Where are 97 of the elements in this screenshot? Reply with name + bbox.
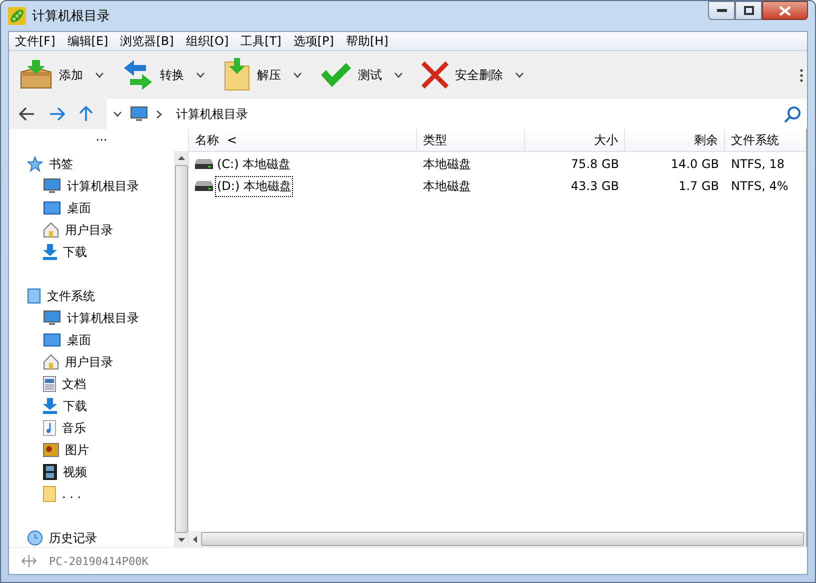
dropdown-caret-icon[interactable]	[394, 72, 403, 78]
chevron-right-icon	[156, 110, 162, 118]
menu-item[interactable]: 浏览器[B]	[114, 32, 180, 50]
download-arrow-icon	[43, 244, 57, 260]
swap-arrows-icon	[122, 59, 154, 91]
monitor-icon	[130, 106, 148, 122]
hard-drive-icon	[195, 159, 213, 169]
table-cell-text: 本地磁盘	[422, 156, 472, 172]
toolbar-button[interactable]: 安全删除	[417, 61, 507, 89]
dropdown-caret-icon[interactable]	[196, 72, 205, 78]
table-cell-text: NTFS, 18	[730, 156, 786, 173]
up-arrow-icon[interactable]	[79, 106, 93, 122]
column-header[interactable]: 大小	[525, 129, 625, 151]
clock-icon	[27, 530, 43, 546]
folder-icon	[43, 486, 56, 502]
table-cell-text: 1.7 GB	[678, 178, 720, 195]
table-cell-text: 本地磁盘	[422, 178, 472, 194]
maximize-button[interactable]	[735, 1, 762, 20]
house-icon	[43, 222, 59, 238]
back-arrow-icon[interactable]	[19, 107, 35, 121]
dropdown-caret-icon[interactable]	[515, 72, 524, 78]
window-title: 计算机根目录	[32, 8, 110, 25]
table-cell-text: 75.8 GB	[570, 156, 620, 173]
menu-item[interactable]: 选项[P]	[287, 32, 340, 50]
sidebar-item[interactable]: 用户目录	[9, 351, 174, 373]
more-options-icon[interactable]	[800, 68, 803, 82]
address-path: 计算机根目录	[176, 106, 248, 122]
desktop-icon	[43, 333, 61, 347]
delete-cross-icon	[421, 61, 449, 89]
sidebar-item[interactable]: . . .	[9, 483, 174, 505]
dropdown-caret-icon[interactable]	[95, 72, 104, 78]
pea-pod-icon	[8, 7, 26, 25]
scroll-down-arrow-icon[interactable]	[178, 538, 184, 542]
download-arrow-icon	[43, 398, 57, 414]
toolbar-button[interactable]: 测试	[316, 62, 386, 88]
desktop-icon	[43, 201, 61, 215]
film-icon	[43, 464, 57, 480]
toolbar-button[interactable]: 转换	[118, 59, 188, 91]
sidebar-item[interactable]: 下载	[9, 395, 174, 417]
minimize-button[interactable]	[708, 1, 735, 20]
hard-drive-icon	[195, 181, 213, 191]
sidebar-item[interactable]: 桌面	[9, 329, 174, 351]
address-bar[interactable]: 计算机根目录	[107, 99, 807, 129]
table-cell-text: 43.3 GB	[570, 178, 620, 195]
toolbar-button[interactable]: 添加	[15, 60, 87, 90]
menu-item[interactable]: 文件[F]	[9, 32, 62, 50]
dropdown-caret-icon[interactable]	[113, 111, 122, 117]
sidebar-item[interactable]: 音乐	[9, 417, 174, 439]
sidebar-item[interactable]: 用户目录	[9, 219, 174, 241]
column-header[interactable]: 剩余	[625, 129, 725, 151]
column-header[interactable]: 名称 <	[189, 129, 417, 151]
sidebar-item[interactable]: 下载	[9, 241, 174, 263]
search-icon[interactable]	[784, 106, 801, 122]
toolbar-button[interactable]: 解压	[219, 58, 285, 92]
sidebar-item[interactable]: 计算机根目录	[9, 175, 174, 197]
sidebar-more-button[interactable]: ···	[96, 129, 108, 151]
sidebar-item[interactable]: 图片	[9, 439, 174, 461]
column-header[interactable]: 文件系统	[725, 129, 806, 151]
table-cell[interactable]: (D:) 本地磁盘	[189, 175, 417, 197]
star-icon	[27, 156, 43, 172]
horizontal-scrollbar[interactable]	[189, 531, 806, 547]
table-cell-text: 14.0 GB	[670, 156, 720, 173]
checkmark-icon	[320, 62, 352, 88]
scroll-up-arrow-icon[interactable]	[178, 156, 184, 160]
table-cell[interactable]: (C:) 本地磁盘	[189, 153, 417, 175]
computer-name: PC-20190414P00K	[49, 554, 148, 568]
sidebar-item[interactable]: 计算机根目录	[9, 307, 174, 329]
box-icon	[19, 60, 53, 90]
sidebar-section[interactable]: 书签	[9, 153, 174, 175]
sidebar-item[interactable]: 文档	[9, 373, 174, 395]
sidebar-section[interactable]: 文件系统	[9, 285, 174, 307]
table-cell-text: NTFS, 4%	[730, 178, 790, 195]
picture-icon	[43, 443, 59, 457]
house-icon	[43, 354, 59, 370]
vertical-scrollbar[interactable]	[174, 151, 188, 547]
menu-item[interactable]: 帮助[H]	[340, 32, 394, 50]
menu-item[interactable]: 编辑[E]	[61, 32, 114, 50]
music-file-icon	[43, 420, 56, 436]
maximize-icon	[744, 6, 754, 15]
drive-icon	[27, 288, 41, 304]
close-button[interactable]	[762, 1, 808, 20]
minimize-icon	[716, 8, 726, 12]
sidebar-item[interactable]: 桌面	[9, 197, 174, 219]
sidebar-section[interactable]: 历史记录	[9, 527, 174, 547]
monitor-icon	[43, 310, 61, 326]
close-icon	[779, 6, 791, 16]
folder-download-icon	[223, 58, 251, 92]
scroll-left-arrow-icon[interactable]	[193, 536, 197, 542]
resize-arrows-icon	[21, 555, 37, 567]
menu-item[interactable]: 组织[O]	[180, 32, 235, 50]
sidebar-item[interactable]: 视频	[9, 461, 174, 483]
menu-item[interactable]: 工具[T]	[234, 32, 288, 50]
document-icon	[43, 376, 56, 392]
column-header[interactable]: 类型	[417, 129, 525, 151]
monitor-icon	[43, 178, 61, 194]
forward-arrow-icon[interactable]	[49, 107, 65, 121]
dropdown-caret-icon[interactable]	[293, 72, 302, 78]
